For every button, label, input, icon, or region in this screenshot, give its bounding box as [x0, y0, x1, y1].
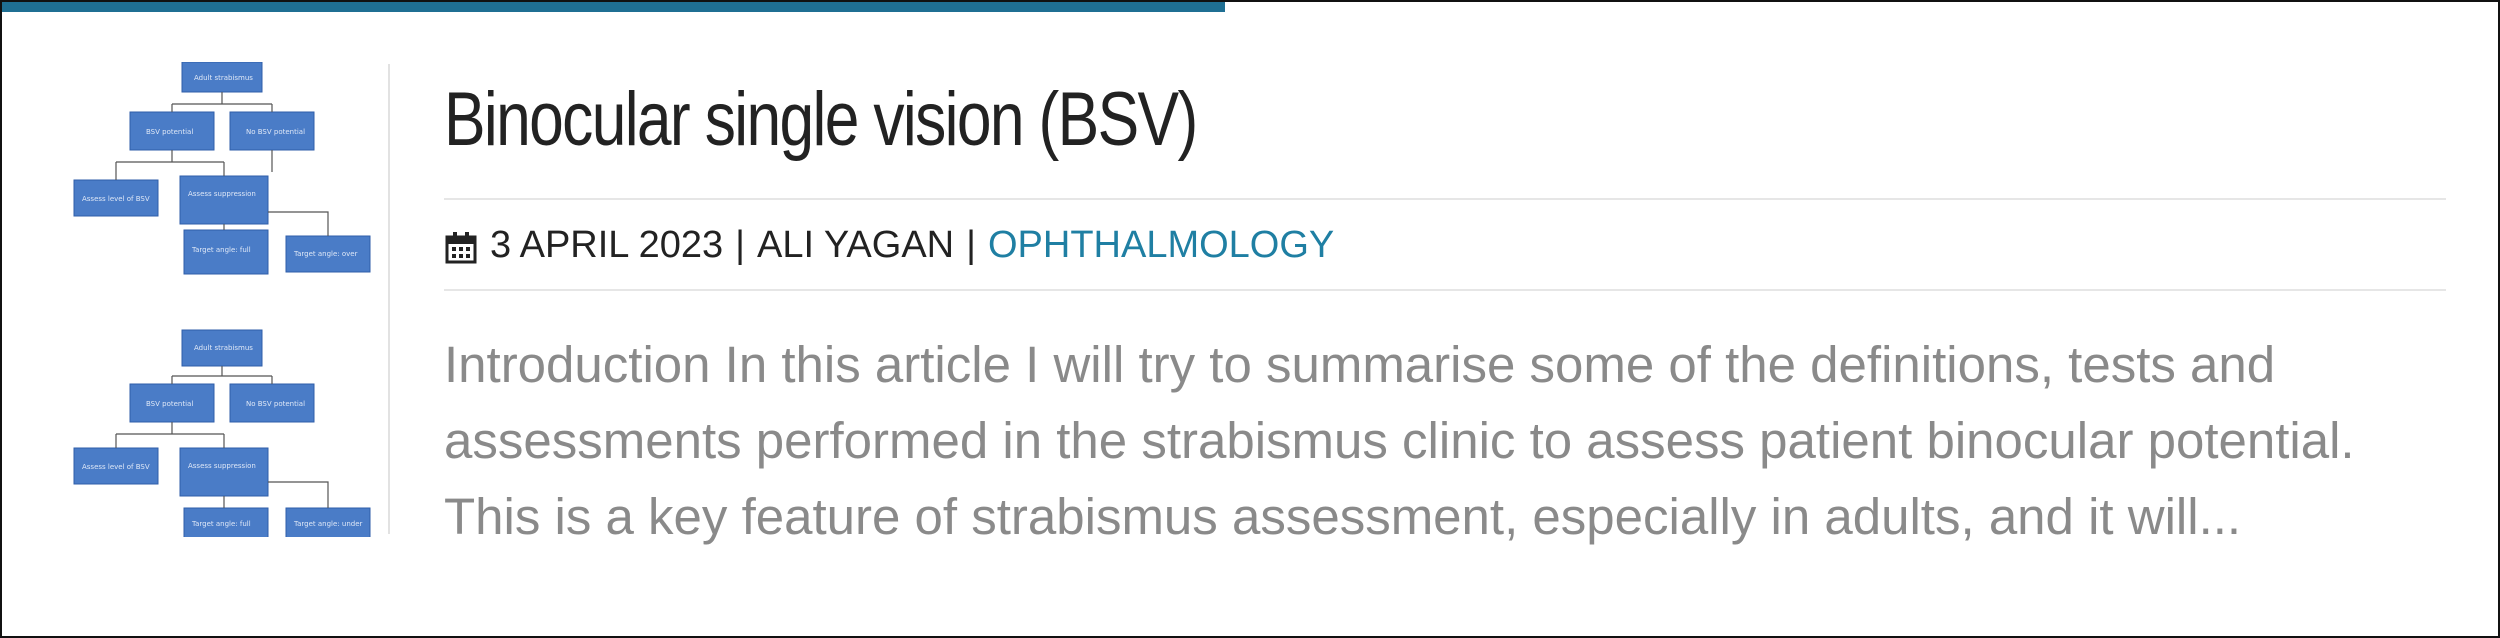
svg-text:No BSV potential: No BSV potential	[246, 400, 305, 408]
svg-text:Assess suppression: Assess suppression	[188, 190, 256, 198]
flowchart-thumbnail-image: Adult strabismus BSV potential No BSV po…	[73, 62, 371, 537]
svg-text:No BSV potential: No BSV potential	[246, 128, 305, 136]
meta-separator: |	[966, 224, 976, 266]
post-excerpt: Introduction In this article I will try …	[444, 327, 2474, 555]
svg-text:Target angle: full: Target angle: full	[191, 520, 251, 528]
svg-text:Target angle: over: Target angle: over	[293, 250, 358, 258]
post-meta: 3 APRIL 2023 | ALI YAGAN | OPHTHALMOLOGY	[444, 220, 1334, 270]
post-thumbnail[interactable]: Adult strabismus BSV potential No BSV po…	[60, 62, 390, 537]
svg-text:Assess suppression: Assess suppression	[188, 462, 256, 470]
svg-text:BSV potential: BSV potential	[146, 400, 193, 408]
calendar-icon	[444, 228, 478, 264]
accent-bar	[2, 2, 1225, 12]
meta-divider	[444, 289, 2446, 291]
excerpt-line: This is a key feature of strabismus asse…	[444, 488, 2242, 545]
svg-text:Adult strabismus: Adult strabismus	[194, 344, 253, 352]
post-card: Adult strabismus BSV potential No BSV po…	[0, 0, 2500, 638]
post-date: 3 APRIL 2023	[490, 224, 724, 266]
excerpt-line: Introduction In this article I will try …	[444, 336, 2276, 393]
meta-separator: |	[735, 224, 745, 266]
post-author: ALI YAGAN	[756, 224, 955, 266]
post-category-link[interactable]: OPHTHALMOLOGY	[988, 220, 1334, 270]
svg-text:BSV potential: BSV potential	[146, 128, 193, 136]
svg-text:Assess level of BSV: Assess level of BSV	[82, 195, 150, 203]
title-divider	[444, 198, 2446, 200]
svg-text:Target angle: under: Target angle: under	[293, 520, 363, 528]
svg-text:Target angle: full: Target angle: full	[191, 246, 251, 254]
svg-text:Assess level of BSV: Assess level of BSV	[82, 463, 150, 471]
svg-text:Adult strabismus: Adult strabismus	[194, 74, 253, 82]
thumbnail-divider	[388, 64, 390, 534]
excerpt-line: assessments performed in the strabismus …	[444, 412, 2355, 469]
post-title[interactable]: Binocular single vision (BSV)	[444, 70, 1198, 170]
